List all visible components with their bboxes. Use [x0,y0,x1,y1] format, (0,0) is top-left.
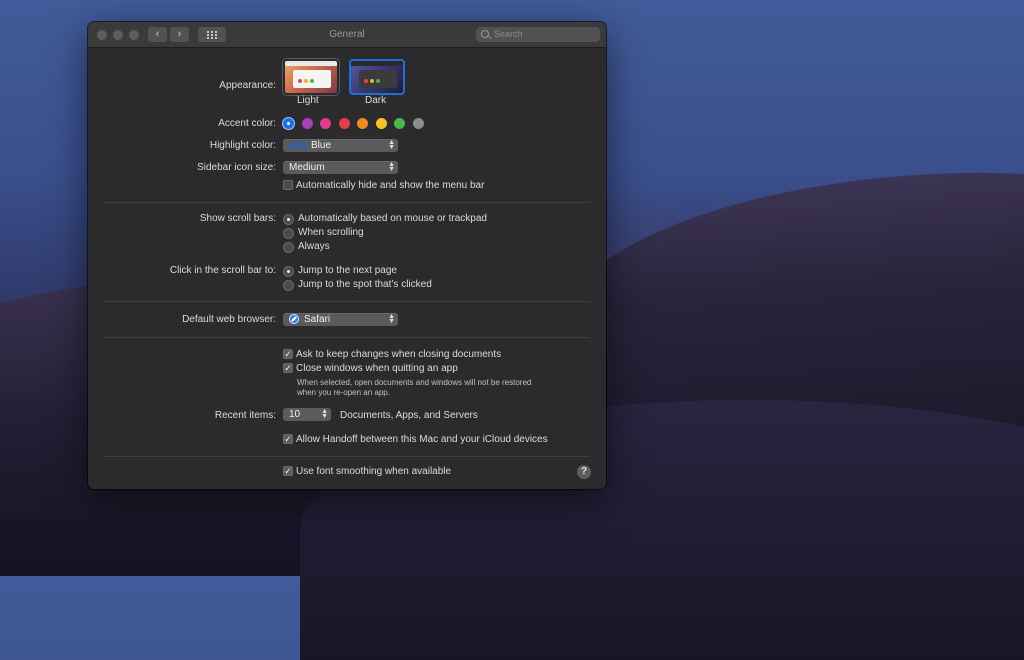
accent-color-swatch-6[interactable] [375,118,387,129]
accent-color-swatch-5[interactable] [357,118,368,129]
menu-bar-label: Automatically hide and show the menu bar [296,180,485,191]
appearance-light-thumbnail[interactable] [283,59,339,95]
appearance-label: Appearance: [219,80,276,91]
highlight-color-popup[interactable]: Blue ▲ ▼ [283,139,398,152]
appearance-dark-label: Dark [365,95,387,106]
scroll-bars-always-label: Always [298,241,330,252]
recent-items-suffix: Documents, Apps, and Servers [340,410,478,421]
recent-items-value: 10 [289,409,301,420]
accent-color-label: Accent color: [218,118,276,129]
default-browser-popup[interactable]: Safari ▲ ▼ [283,313,398,326]
font-smoothing-label: Use font smoothing when available [296,466,452,477]
chevron-updown-icon: ▲ ▼ [388,313,395,325]
default-browser-label: Default web browser: [182,314,276,325]
chevron-updown-icon: ▲ ▼ [388,139,395,151]
highlight-color-label: Highlight color: [209,140,276,151]
jump-next-page-radio[interactable] [283,266,294,277]
ask-keep-changes-label: Ask to keep changes when closing documen… [296,349,502,360]
scroll-bars-always-radio[interactable] [283,242,294,253]
highlight-color-value: Blue [311,140,332,151]
accent-color-swatch-1[interactable] [283,118,294,129]
scroll-bars-auto-label: Automatically based on mouse or trackpad [298,213,487,224]
menu-bar-checkbox[interactable] [283,180,293,190]
ask-keep-changes-checkbox[interactable]: ✓ [283,349,293,359]
separator [104,456,590,457]
title-bar: ‹ › General Search [88,22,606,48]
click-scroll-bar-label: Click in the scroll bar to: [169,265,276,276]
show-scroll-bars-label: Show scroll bars: [199,213,276,224]
accent-color-swatch-3[interactable] [320,118,331,129]
safari-compass-icon [289,314,299,324]
appearance-dark-thumbnail[interactable] [349,59,405,95]
accent-color-swatch-2[interactable] [301,118,313,129]
search-placeholder: Search [494,29,523,39]
sidebar-icon-size-popup[interactable]: Medium ▲ ▼ [283,161,398,174]
handoff-checkbox[interactable]: ✓ [283,434,293,444]
accent-color-swatch-7[interactable] [394,118,405,129]
sidebar-icon-size-label: Sidebar icon size: [197,162,276,173]
accent-color-swatch-4[interactable] [338,118,350,129]
jump-next-page-label: Jump to the next page [298,265,397,276]
recent-items-popup[interactable]: 10 ▲ ▼ [283,408,331,421]
close-windows-checkbox[interactable]: ✓ [283,363,293,373]
separator [104,202,590,203]
chevron-updown-icon: ▲ ▼ [321,408,328,420]
scroll-bars-when-scrolling-radio[interactable] [283,228,294,239]
scroll-bars-auto-radio[interactable] [283,214,294,225]
help-button[interactable]: ? [577,465,591,479]
sidebar-icon-size-value: Medium [289,162,325,173]
highlight-swatch [289,142,307,149]
search-field[interactable]: Search [476,27,600,42]
close-windows-note-line1: When selected, open documents and window… [297,378,532,387]
jump-to-spot-label: Jump to the spot that’s clicked [298,279,432,290]
separator [104,337,590,338]
font-smoothing-checkbox[interactable]: ✓ [283,466,293,476]
preferences-window: ‹ › General Search Appearance: Light Dar… [88,22,606,489]
recent-items-label: Recent items: [214,410,276,421]
close-windows-label: Close windows when quitting an app [296,363,458,374]
handoff-label: Allow Handoff between this Mac and your … [296,434,548,445]
jump-to-spot-radio[interactable] [283,280,294,291]
separator [104,301,590,302]
close-windows-note-line2: when you re-open an app. [297,388,390,397]
appearance-light-label: Light [297,95,319,106]
default-browser-value: Safari [304,314,331,325]
scroll-bars-when-scrolling-label: When scrolling [298,227,364,238]
chevron-updown-icon: ▲ ▼ [388,161,395,173]
accent-color-swatch-8[interactable] [412,118,424,129]
search-icon [481,30,489,38]
